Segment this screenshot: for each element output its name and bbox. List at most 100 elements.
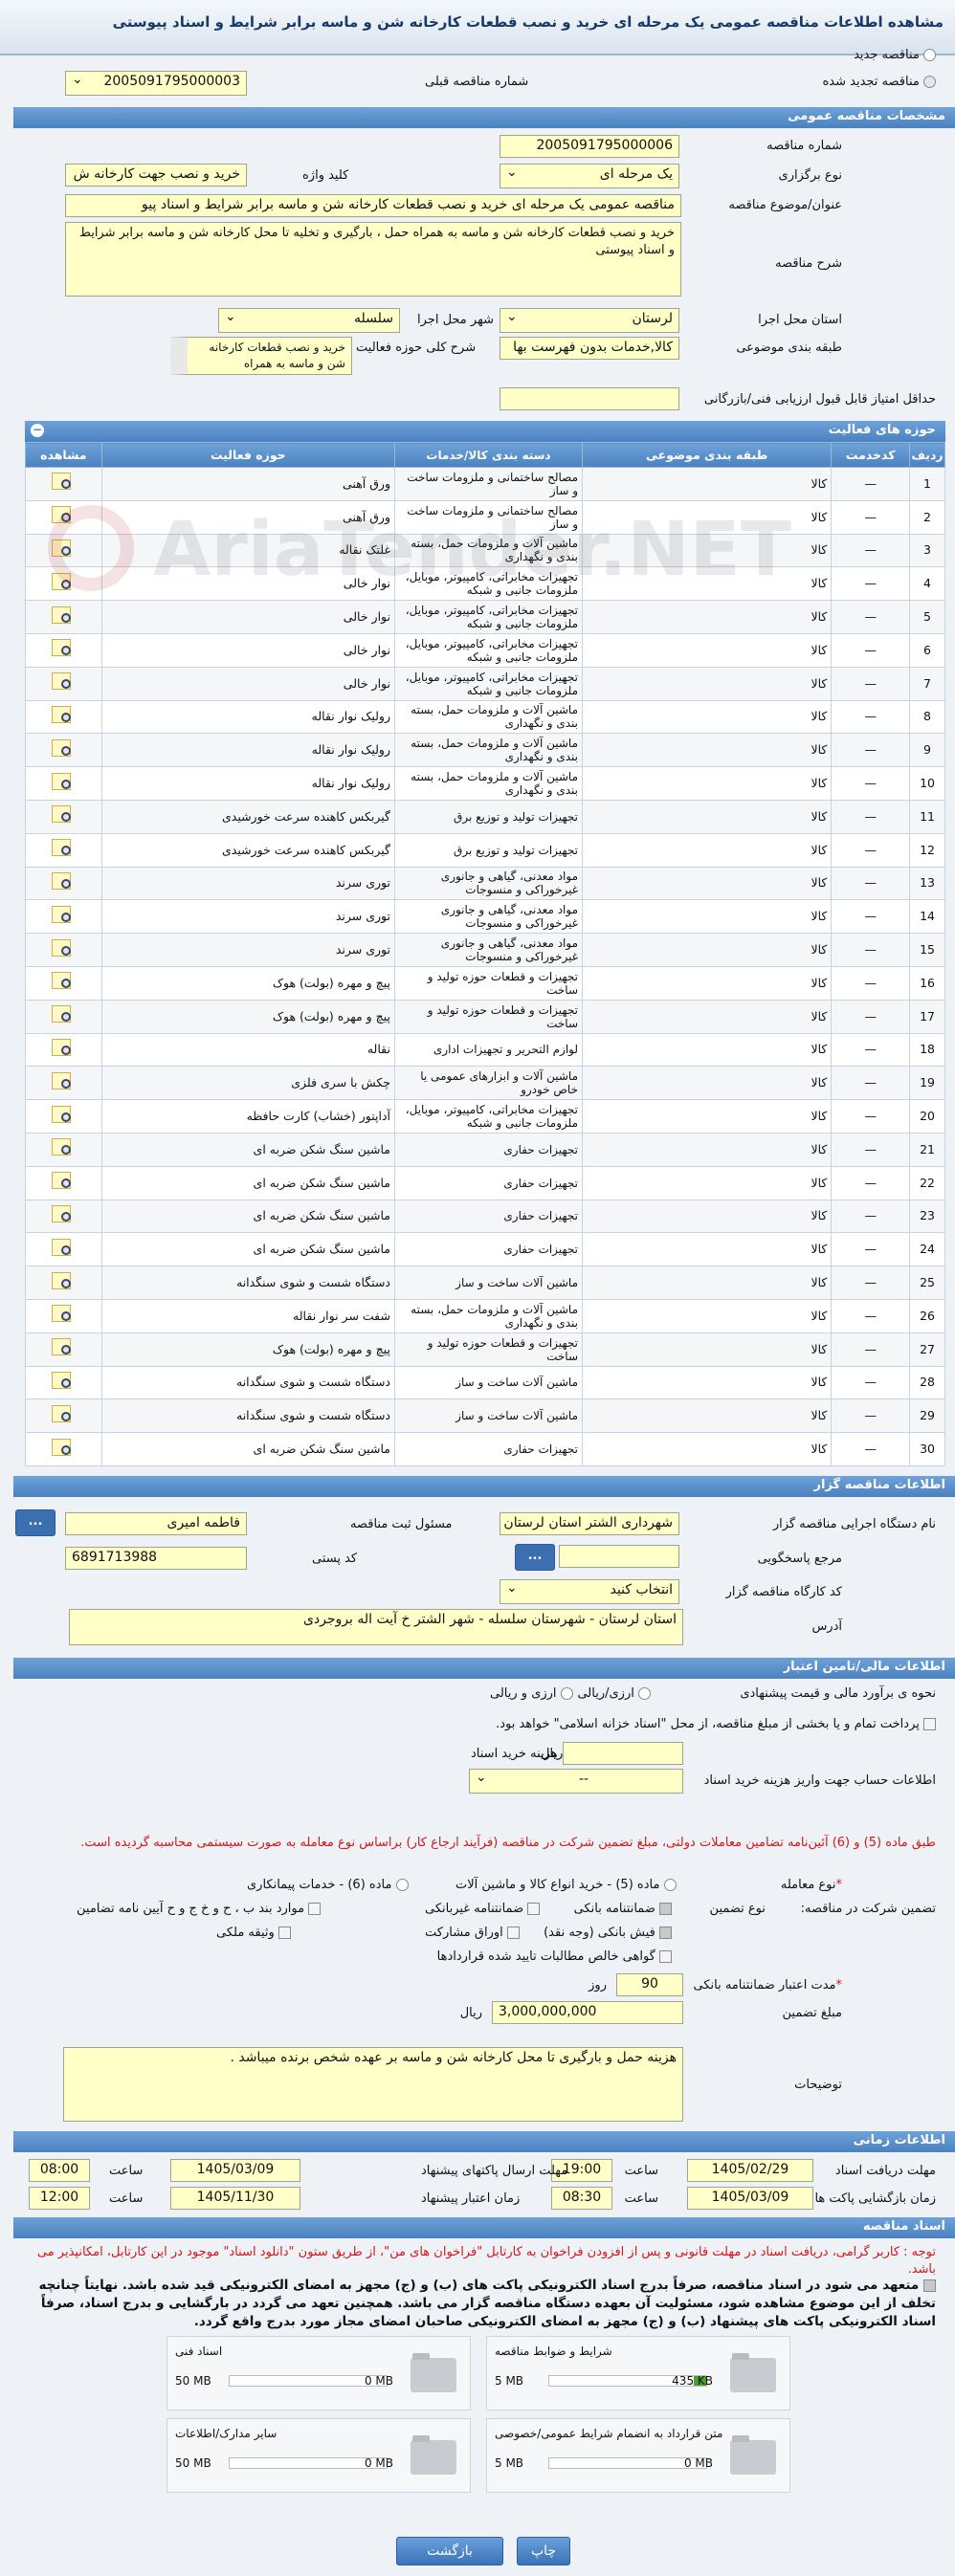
- view-document-icon[interactable]: [50, 1336, 77, 1359]
- view-document-icon[interactable]: [50, 1104, 77, 1127]
- view-document-icon[interactable]: [50, 1003, 77, 1026]
- workshop-select[interactable]: انتخاب کنید: [500, 1579, 679, 1604]
- view-document-icon[interactable]: [50, 1170, 77, 1193]
- account-select[interactable]: --: [469, 1769, 683, 1794]
- row-activity: ماشین سنگ شکن ضربه ای: [100, 1232, 395, 1267]
- estimate-option-1[interactable]: ارزی/ریالی: [577, 1686, 651, 1701]
- row-category: کالا: [582, 1266, 833, 1300]
- payment-option[interactable]: پرداخت تمام و یا بخشی از مبلغ مناقصه، از…: [496, 1717, 936, 1731]
- estimate-radio-1[interactable]: [638, 1687, 651, 1700]
- view-document-icon[interactable]: [50, 970, 77, 993]
- deal-option-1[interactable]: ماده (5) - خرید انواع کالا و ماشین آلات: [455, 1878, 677, 1892]
- g-receivables-option[interactable]: گواهی خالص مطالبات تایید شده قراردادها: [437, 1949, 672, 1964]
- document-upload-box[interactable]: سایر مدارک/اطلاعات 50 MB 0 MB: [167, 2418, 471, 2493]
- g-property-option[interactable]: وثیقه ملکی: [216, 1926, 291, 1940]
- g-nonbank-option[interactable]: ضمانتنامه غیربانکی: [425, 1902, 541, 1916]
- g-items-option[interactable]: موارد بند ب ، ح و خ ج و ح آیین نامه تضام…: [77, 1902, 322, 1916]
- deal-option-2[interactable]: ماده (6) - خدمات پیمانکاری: [247, 1878, 409, 1892]
- commitment-checkbox[interactable]: [923, 2279, 936, 2292]
- view-document-icon[interactable]: [50, 1303, 77, 1326]
- view-document-icon[interactable]: [50, 837, 77, 860]
- deal-radio-1[interactable]: [663, 1879, 677, 1891]
- row-number: 3: [909, 533, 945, 568]
- row-group: ماشین آلات و ملزومات حمل، بسته بندی و نگ…: [393, 766, 584, 801]
- commitment-block[interactable]: متعهد می شود در اسناد مناقصه، صرفاً بدرج…: [10, 2277, 936, 2331]
- row-code: —: [831, 1398, 911, 1434]
- view-document-icon[interactable]: [50, 870, 77, 893]
- view-document-icon[interactable]: [50, 605, 77, 627]
- row-number: 23: [909, 1199, 945, 1234]
- view-document-icon[interactable]: [50, 937, 77, 960]
- province-select[interactable]: لرستان: [500, 308, 679, 333]
- g-check-option[interactable]: فیش بانکی (وجه نقد): [544, 1926, 672, 1940]
- storage-used: 0 MB: [364, 2374, 393, 2388]
- g-bonds-option[interactable]: اوراق مشارکت: [425, 1926, 520, 1940]
- renewed-tender-radio[interactable]: [923, 76, 936, 88]
- row-code: —: [831, 899, 911, 935]
- estimate-option-2[interactable]: ارزی و ریالی: [490, 1686, 573, 1701]
- view-document-icon[interactable]: [50, 471, 77, 494]
- view-document-icon[interactable]: [50, 738, 77, 760]
- view-document-icon[interactable]: [50, 504, 77, 527]
- new-tender-radio[interactable]: [923, 49, 936, 61]
- view-document-icon[interactable]: [50, 1370, 77, 1393]
- g-bank-checkbox[interactable]: [659, 1903, 672, 1915]
- view-document-icon[interactable]: [50, 1237, 77, 1260]
- prev-number-select[interactable]: 2005091795000003: [65, 71, 247, 96]
- row-number: 30: [909, 1432, 945, 1466]
- document-upload-box[interactable]: متن قرارداد به انضمام شرایط عمومی/خصوصی 5…: [486, 2418, 790, 2493]
- row-code: —: [831, 600, 911, 634]
- renewed-tender-option[interactable]: مناقصه تجدید شده: [822, 75, 936, 89]
- view-document-icon[interactable]: [50, 704, 77, 727]
- g-nonbank-checkbox[interactable]: [527, 1903, 541, 1915]
- reference-lookup-button[interactable]: ...: [515, 1544, 555, 1571]
- folder-icon: [411, 2353, 456, 2392]
- row-view-cell: [25, 499, 102, 535]
- view-document-icon[interactable]: [50, 637, 77, 660]
- view-document-icon[interactable]: [50, 1403, 77, 1426]
- row-activity: ماشین سنگ شکن ضربه ای: [100, 1199, 395, 1234]
- row-view-cell: [25, 866, 102, 901]
- view-document-icon[interactable]: [50, 1270, 77, 1293]
- row-number: 25: [909, 1266, 945, 1300]
- responsible-lookup-button[interactable]: ...: [15, 1509, 56, 1536]
- view-document-icon[interactable]: [50, 571, 77, 594]
- new-tender-option[interactable]: مناقصه جدید: [854, 48, 936, 62]
- city-select[interactable]: سلسله: [218, 308, 400, 333]
- deal-radio-2[interactable]: [395, 1879, 409, 1891]
- holding-type-select[interactable]: یک مرحله ای: [500, 164, 679, 188]
- document-upload-box[interactable]: اسناد فنی 50 MB 0 MB: [167, 2336, 471, 2411]
- g-property-checkbox[interactable]: [278, 1926, 291, 1939]
- payment-checkbox[interactable]: [923, 1718, 936, 1730]
- print-button[interactable]: چاپ: [517, 2537, 570, 2565]
- view-document-icon[interactable]: [50, 771, 77, 794]
- g-bonds-checkbox[interactable]: [506, 1926, 520, 1939]
- document-upload-box[interactable]: شرایط و ضوابط مناقصه 5 MB 435 KB: [486, 2336, 790, 2411]
- view-document-icon[interactable]: [50, 1070, 77, 1093]
- row-category: کالا: [582, 467, 833, 501]
- view-document-icon[interactable]: [50, 1437, 77, 1460]
- view-document-icon[interactable]: [50, 1136, 77, 1159]
- submit-deadline-time: 08:00: [29, 2159, 90, 2182]
- row-activity: رولیک نوار نقاله: [100, 766, 395, 801]
- view-document-icon[interactable]: [50, 538, 77, 561]
- g-receivables-checkbox[interactable]: [659, 1950, 672, 1963]
- view-document-icon[interactable]: [50, 904, 77, 927]
- deal-opt1-label: ماده (5) - خرید انواع کالا و ماشین آلات: [455, 1878, 660, 1892]
- table-row: 16— کالا تجهیزات و قطعات حوزه تولید و ساخت…: [25, 965, 945, 1001]
- collapse-icon[interactable]: −: [31, 424, 44, 437]
- g-items-checkbox[interactable]: [308, 1903, 322, 1915]
- row-group: تجهیزات مخابراتی، کامپیوتر، موبایل، ملزو…: [393, 600, 584, 634]
- view-document-icon[interactable]: [50, 1203, 77, 1226]
- back-button[interactable]: بازگشت: [396, 2537, 503, 2565]
- holding-type-label: نوع برگزاری: [778, 168, 842, 183]
- opening-time-label: ساعت: [624, 2191, 658, 2206]
- g-check-checkbox[interactable]: [659, 1926, 672, 1939]
- view-document-icon[interactable]: [50, 1037, 77, 1060]
- row-view-cell: [25, 1032, 102, 1068]
- view-document-icon[interactable]: [50, 671, 77, 694]
- row-view-cell: [25, 1365, 102, 1400]
- estimate-radio-2[interactable]: [560, 1687, 573, 1700]
- view-document-icon[interactable]: [50, 804, 77, 826]
- g-bank-option[interactable]: ضمانتنامه بانکی: [574, 1902, 672, 1916]
